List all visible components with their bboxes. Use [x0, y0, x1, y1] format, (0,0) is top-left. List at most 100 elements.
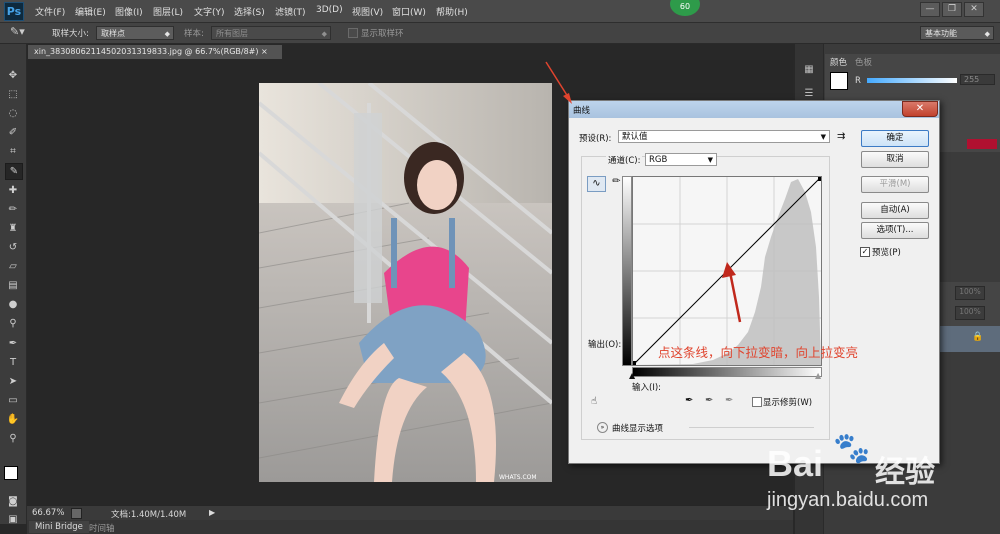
menu-view[interactable]: 视图(V) [352, 5, 383, 18]
baidu-watermark: Bai 🐾 经验 jingyan.baidu.com [755, 425, 955, 525]
fill-field[interactable]: 100% [955, 306, 985, 320]
preset-options-icon[interactable]: ⇉ [837, 131, 845, 142]
tab-color[interactable]: 颜色 [830, 56, 847, 68]
path-select-tool-icon[interactable]: ➤ [5, 374, 21, 389]
white-point-slider[interactable]: ▲ [815, 371, 821, 380]
status-icon[interactable] [71, 508, 82, 519]
menu-type[interactable]: 文字(Y) [194, 5, 225, 18]
marquee-tool-icon[interactable]: ⬚ [5, 87, 21, 102]
channel-select[interactable]: RGB ▼ [645, 153, 717, 166]
foreground-color-swatch[interactable] [4, 466, 18, 480]
eyedropper-tool-preset-icon[interactable]: ✎▾ [10, 25, 25, 38]
menu-layer[interactable]: 图层(L) [153, 5, 183, 18]
preview-checkbox[interactable]: ✓ [860, 247, 870, 257]
ok-button[interactable]: 确定 [861, 130, 929, 147]
dialog-close-button[interactable]: ✕ [902, 101, 938, 117]
tools-panel: ✥ ⬚ ◌ ✐ ⌗ ✎ ✚ ✏ ♜ ↺ ▱ ▤ ● ⚲ ✒ T ➤ ▭ ✋ ⚲ … [0, 44, 27, 527]
preset-select[interactable]: 默认值 ▼ [618, 130, 830, 143]
curve-graph[interactable] [631, 176, 823, 366]
input-label: 输入(I): [632, 383, 662, 393]
type-tool-icon[interactable]: T [5, 355, 21, 370]
menu-image[interactable]: 图像(I) [115, 5, 143, 18]
brush-tool-icon[interactable]: ✏ [5, 202, 21, 217]
chevron-down-icon: ◆ [984, 30, 990, 38]
r-value[interactable]: 255 [960, 74, 995, 85]
menu-file[interactable]: 文件(F) [35, 5, 65, 18]
tab-timeline[interactable]: 时间轴 [89, 522, 115, 534]
show-clipping-checkbox[interactable] [752, 397, 762, 407]
zoom-level[interactable]: 66.67% [32, 508, 64, 518]
output-gradient [622, 176, 632, 366]
white-eyedropper-icon[interactable]: ✒ [725, 395, 733, 406]
black-eyedropper-icon[interactable]: ✒ [685, 395, 693, 406]
play-arrow-icon[interactable]: ▶ [209, 508, 215, 517]
menu-select[interactable]: 选择(S) [234, 5, 265, 18]
chevron-down-icon: ◆ [164, 30, 170, 38]
history-panel-icon[interactable]: ▦ [802, 64, 816, 78]
healing-tool-icon[interactable]: ✚ [5, 183, 21, 198]
document-tab[interactable]: xin_38308062114502031319833.jpg @ 66.7%(… [28, 45, 282, 59]
screen-mode-icon[interactable]: ▣ [5, 512, 21, 527]
color-ramp[interactable] [967, 139, 997, 149]
close-app-button[interactable]: ✕ [964, 2, 984, 17]
opacity-field[interactable]: 100% [955, 286, 985, 300]
menu-3d[interactable]: 3D(D) [316, 5, 343, 15]
watermark-brand-cn: 经验 [875, 455, 935, 490]
input-gradient [632, 367, 822, 377]
photoshop-logo: Ps [4, 2, 24, 21]
move-tool-icon[interactable]: ✥ [5, 68, 21, 83]
minimize-button[interactable]: — [920, 2, 940, 17]
blur-tool-icon[interactable]: ● [5, 297, 21, 312]
preview-label: 预览(P) [872, 248, 901, 258]
options-button[interactable]: 选项(T)... [861, 222, 929, 239]
watermark-brand: Bai [767, 443, 824, 484]
close-icon[interactable]: × [261, 47, 268, 56]
black-point-slider[interactable]: ▲ [629, 371, 635, 380]
zoom-tool-icon[interactable]: ⚲ [5, 431, 21, 446]
foreground-swatch[interactable] [830, 72, 848, 90]
auto-button[interactable]: 自动(A) [861, 202, 929, 219]
stamp-tool-icon[interactable]: ♜ [5, 221, 21, 236]
eraser-tool-icon[interactable]: ▱ [5, 259, 21, 274]
annotation-text: 点这条线，向下拉变暗，向上拉变亮 [658, 345, 859, 360]
show-clipping-label: 显示修剪(W) [763, 398, 813, 408]
sample-size-select[interactable]: 取样点 ◆ [96, 26, 174, 40]
cancel-button[interactable]: 取消 [861, 151, 929, 168]
workspace-select[interactable]: 基本功能 ◆ [920, 26, 994, 40]
notification-badge: 60 [670, 0, 700, 16]
status-bar: 66.67% 文档:1.40M/1.40M ▶ [27, 505, 793, 520]
smooth-button[interactable]: 平滑(M) [861, 176, 929, 193]
curve-point-icon[interactable]: ∿ [587, 176, 606, 192]
dialog-title-bar[interactable]: 曲线 [569, 101, 939, 118]
menu-filter[interactable]: 滤镜(T) [275, 5, 306, 18]
dodge-tool-icon[interactable]: ⚲ [5, 316, 21, 331]
pen-tool-icon[interactable]: ✒ [5, 336, 21, 351]
gray-eyedropper-icon[interactable]: ✒ [705, 395, 713, 406]
eyedropper-tool-icon[interactable]: ✎ [5, 163, 23, 180]
r-slider[interactable] [867, 78, 957, 83]
lasso-tool-icon[interactable]: ◌ [5, 106, 21, 121]
tab-mini-bridge[interactable]: Mini Bridge [29, 521, 89, 533]
quick-mask-icon[interactable]: ◙ [5, 494, 21, 509]
show-ring-checkbox[interactable] [348, 28, 358, 38]
hand-tool-icon[interactable]: ✋ [5, 412, 21, 427]
sample-label: 样本: [184, 29, 204, 39]
on-image-adjust-icon[interactable]: ☝ [591, 396, 597, 407]
crop-tool-icon[interactable]: ⌗ [5, 144, 21, 159]
history-brush-icon[interactable]: ↺ [5, 240, 21, 255]
curve-display-options-label[interactable]: 曲线显示选项 [612, 422, 663, 434]
expand-chevron-icon[interactable]: » [597, 422, 608, 433]
tab-swatches[interactable]: 色板 [855, 56, 872, 68]
menu-help[interactable]: 帮助(H) [436, 5, 468, 18]
channel-label: 通道(C): [606, 154, 643, 166]
chevron-down-icon: ▼ [820, 133, 826, 141]
layer-row[interactable]: 🔒 [940, 326, 1000, 352]
restore-button[interactable]: ❐ [942, 2, 962, 17]
gradient-tool-icon[interactable]: ▤ [5, 278, 21, 293]
quick-select-tool-icon[interactable]: ✐ [5, 125, 21, 140]
menu-edit[interactable]: 编辑(E) [75, 5, 106, 18]
menu-window[interactable]: 窗口(W) [392, 5, 426, 18]
document-photo: WHATS.COM [259, 83, 552, 482]
sample-select[interactable]: 所有图层 ◆ [211, 26, 331, 40]
shape-tool-icon[interactable]: ▭ [5, 393, 21, 408]
